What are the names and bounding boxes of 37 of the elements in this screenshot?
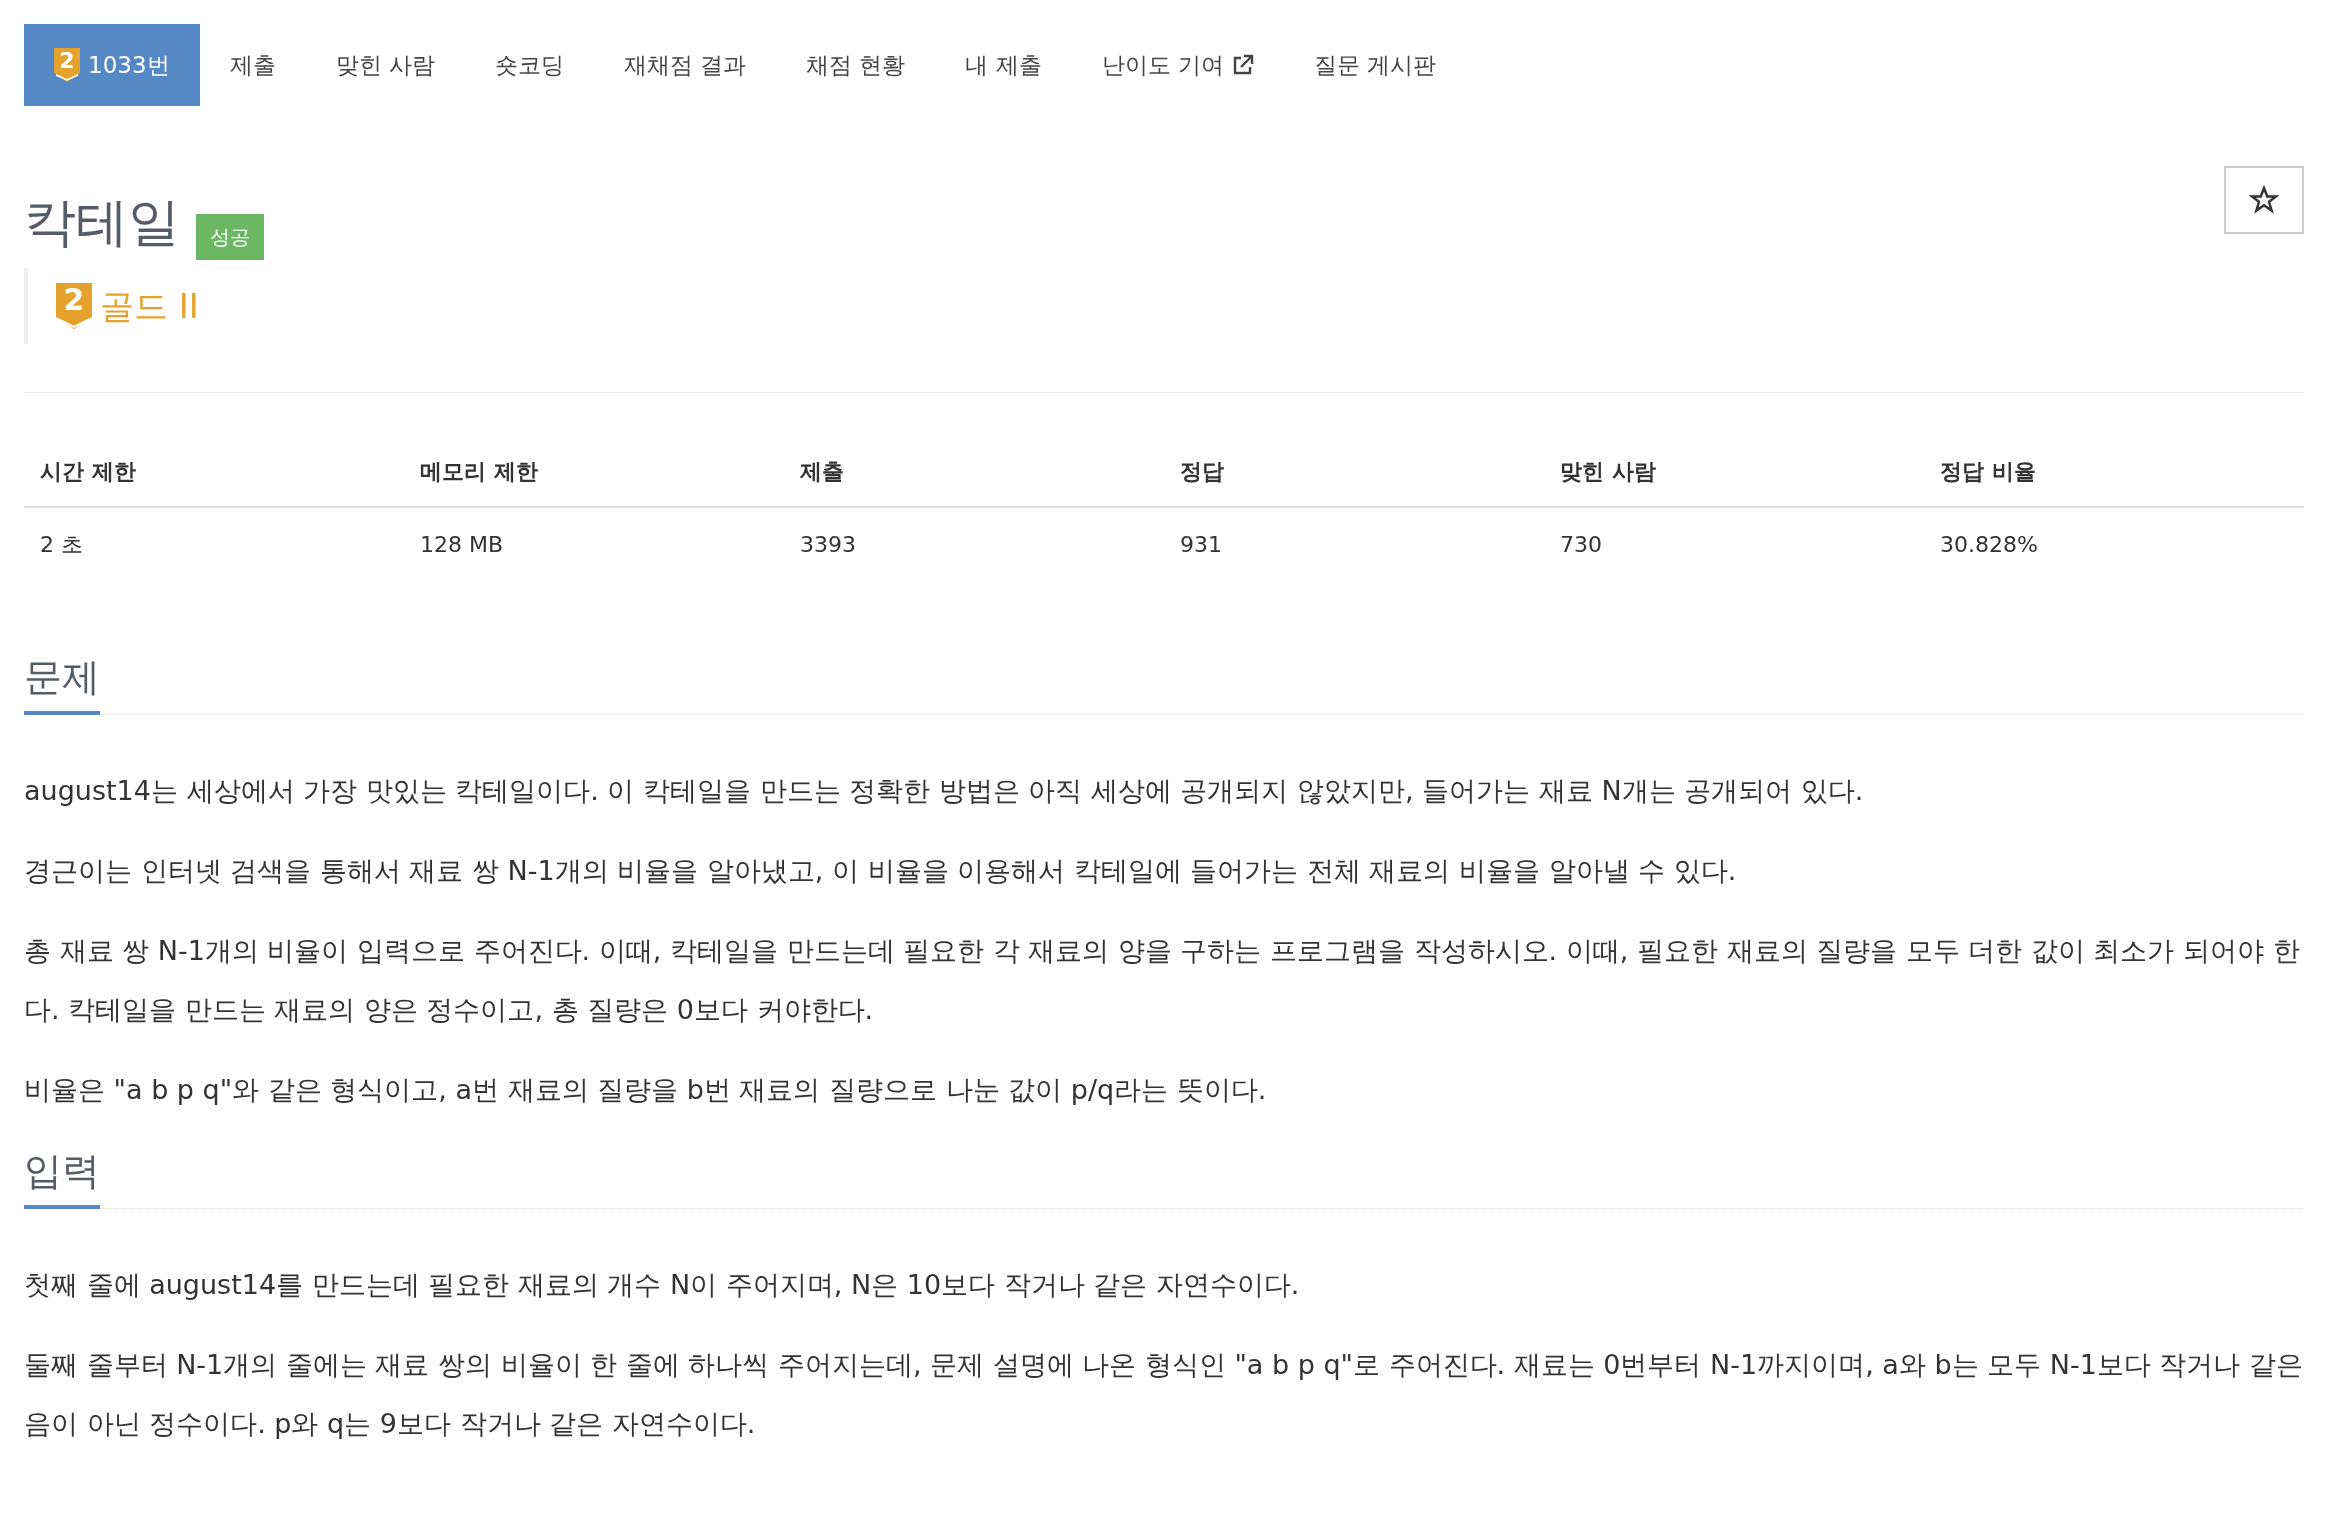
- column-header: 메모리 제한: [404, 437, 784, 507]
- tier-badge: 2: [56, 283, 92, 329]
- column-header: 맞힌 사람: [1544, 437, 1924, 507]
- nav-tab[interactable]: 제출: [199, 24, 306, 106]
- paragraph: 총 재료 쌍 N-1개의 비율이 입력으로 주어진다. 이때, 칵테일을 만드는데 필요한 각 재료의 양을 구하는 프로그램을 작성하시오. 이때, 필요한 재료의 질량을 모두 더한 값이 최소가 되어야 한다. 칵테일을 만드는 재료의 양은 정수이고, 총 질량은 0보다 커야한다.: [24, 934, 2301, 1027]
- nav-tab[interactable]: 숏코딩: [464, 24, 594, 106]
- nav-tab[interactable]: 재채점 결과: [593, 24, 777, 106]
- nav-tab[interactable]: 질문 게시판: [1284, 24, 1467, 106]
- table-cell: 931: [1164, 507, 1544, 581]
- table-cell: 730: [1544, 507, 1924, 581]
- star-button[interactable]: [2224, 166, 2304, 234]
- paragraph: 첫째 줄에 august14를 만드는데 필요한 재료의 개수 N이 주어지며, N은 10보다 작거나 같은 자연수이다.: [24, 1268, 1301, 1302]
- table-cell: 30.828%: [1924, 507, 2304, 581]
- paragraph: august14는 세상에서 가장 맛있는 칵테일이다. 이 칵테일을 만드는 정확한 방법은 아직 세상에 공개되지 않았지만, 들어가는 재료 N개는 공개되어 있다.: [24, 774, 1865, 808]
- status-label: 성공: [196, 214, 264, 260]
- nav-tab[interactable]: 맞힌 사람: [305, 24, 465, 106]
- table-cell: 3393: [784, 507, 1164, 581]
- table-cell: 2 초: [24, 507, 404, 581]
- tier-label: 골드 II: [100, 284, 199, 328]
- column-header: 시간 제한: [24, 437, 404, 507]
- paragraph: 비율은 "a b p q"와 같은 형식이고, a번 재료의 질량을 b번 재료의 질량으로 나눈 값이 p/q라는 뜻이다.: [24, 1073, 1268, 1107]
- nav-tab[interactable]: 채점 현황: [776, 24, 936, 106]
- nav-tab[interactable]: 난이도 기여: [1071, 24, 1285, 106]
- tier-badge: 2: [54, 48, 80, 82]
- paragraph: 경근이는 인터넷 검색을 통해서 재료 쌍 N-1개의 비율을 알아냈고, 이 비율을 이용해서 칵테일에 들어가는 전체 재료의 비율을 알아낼 수 있다.: [24, 854, 1738, 888]
- star-icon: [2249, 185, 2279, 215]
- section-heading: 입력: [24, 1143, 100, 1209]
- problem-title: 칵테일: [24, 191, 180, 254]
- section-heading: 문제: [24, 649, 100, 715]
- nav-tab[interactable]: 내 제출: [935, 24, 1072, 106]
- paragraph: 둘째 줄부터 N-1개의 줄에는 재료 쌍의 비율이 한 줄에 하나씩 주어지는데, 문제 설명에 나온 형식인 "a b p q"로 주어진다. 재료는 0번부터 N-1까지이며, a와 b는 모두 N-1보다 작거나 같은 음이 아닌 정수이다. p와 q는 9보다 작거나 같은 자연수이다.: [24, 1348, 2304, 1441]
- nav-tab[interactable]: 2 1033번: [24, 24, 200, 106]
- column-header: 정답: [1164, 437, 1544, 507]
- table-cell: 128 MB: [404, 507, 784, 581]
- column-header: 정답 비율: [1924, 437, 2304, 507]
- column-header: 제출: [784, 437, 1164, 507]
- external-link-icon: [1232, 54, 1255, 76]
